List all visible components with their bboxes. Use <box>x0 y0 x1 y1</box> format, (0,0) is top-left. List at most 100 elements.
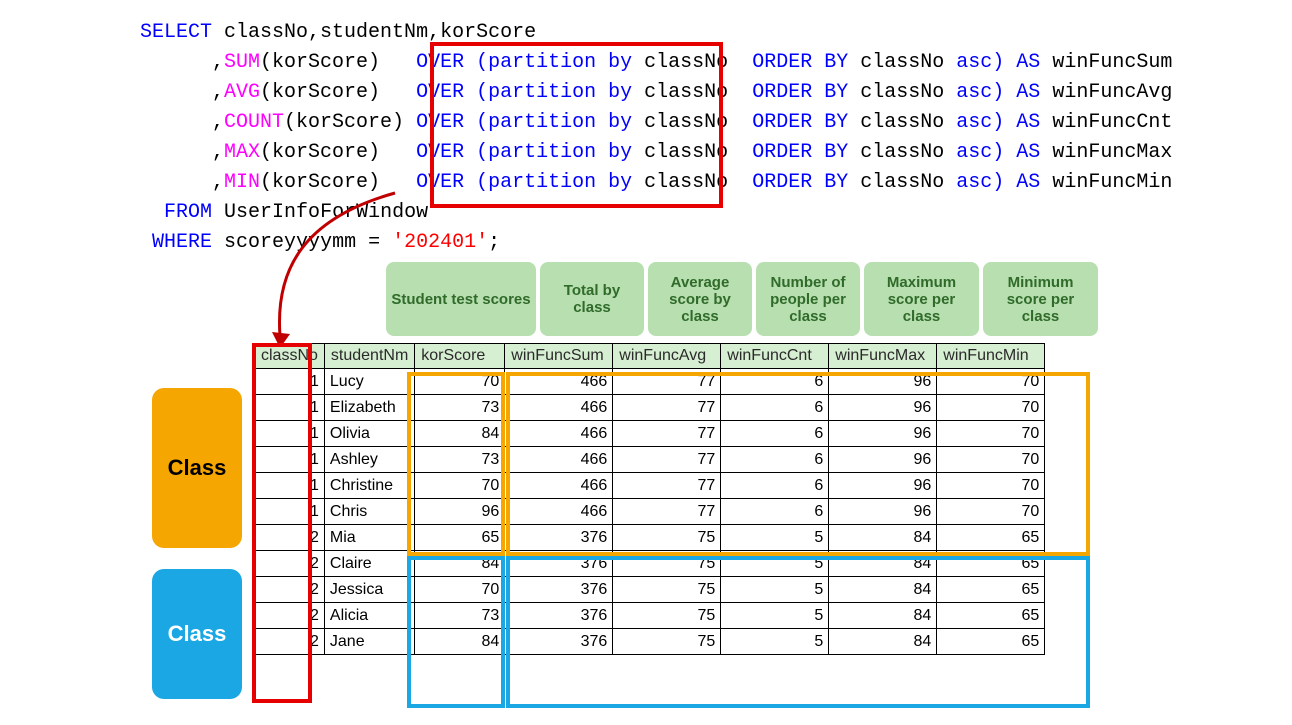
kw-as: AS <box>1016 81 1040 104</box>
cell-winFuncCnt: 5 <box>721 525 829 551</box>
kw-partition: (partition by <box>476 141 632 164</box>
fn-min: MIN <box>224 171 260 194</box>
fn-count: COUNT <box>224 111 284 134</box>
cell-winFuncMax: 84 <box>829 629 937 655</box>
table-row: 2Mia653767558465 <box>255 525 1045 551</box>
table-row: 2Jessica703767558465 <box>255 577 1045 603</box>
cell-korScore: 84 <box>415 421 505 447</box>
cell-winFuncAvg: 77 <box>613 421 721 447</box>
cell-winFuncMin: 65 <box>937 603 1045 629</box>
partition-col: classNo <box>644 81 728 104</box>
cell-winFuncCnt: 6 <box>721 473 829 499</box>
kw-orderby: ORDER BY <box>752 111 848 134</box>
alias: winFuncMax <box>1052 141 1172 164</box>
cell-korScore: 96 <box>415 499 505 525</box>
cell-winFuncMax: 84 <box>829 577 937 603</box>
cell-winFuncMin: 65 <box>937 577 1045 603</box>
cell-classNo: 1 <box>255 369 325 395</box>
eq: = <box>368 231 380 254</box>
class-2-label: Class <box>152 569 242 699</box>
cell-korScore: 70 <box>415 473 505 499</box>
arg: (korScore) <box>260 141 380 164</box>
th-sum: winFuncSum <box>505 344 613 369</box>
semi: ; <box>488 231 500 254</box>
kw-asc: asc) <box>956 51 1004 74</box>
cell-winFuncCnt: 6 <box>721 499 829 525</box>
fn-avg: AVG <box>224 81 260 104</box>
cell-winFuncCnt: 5 <box>721 577 829 603</box>
arg: (korScore) <box>260 81 380 104</box>
cell-winFuncAvg: 77 <box>613 369 721 395</box>
kw-partition: (partition by <box>476 81 632 104</box>
order-col: classNo <box>860 141 944 164</box>
kw-partition: (partition by <box>476 111 632 134</box>
cell-winFuncSum: 466 <box>505 395 613 421</box>
cell-winFuncMin: 65 <box>937 551 1045 577</box>
cell-winFuncMin: 70 <box>937 499 1045 525</box>
cell-winFuncAvg: 75 <box>613 551 721 577</box>
kw-over: OVER <box>416 51 464 74</box>
where-val: '202401' <box>392 231 488 254</box>
cell-winFuncCnt: 6 <box>721 421 829 447</box>
kw-as: AS <box>1016 171 1040 194</box>
cell-winFuncAvg: 75 <box>613 629 721 655</box>
kw-as: AS <box>1016 51 1040 74</box>
kw-orderby: ORDER BY <box>752 81 848 104</box>
cell-classNo: 1 <box>255 473 325 499</box>
partition-col: classNo <box>644 141 728 164</box>
column-descriptions: Student test scores Total by class Avera… <box>386 262 1098 336</box>
cell-winFuncAvg: 77 <box>613 447 721 473</box>
desc-count: Number of people per class <box>756 262 860 336</box>
cell-winFuncSum: 466 <box>505 473 613 499</box>
cell-winFuncSum: 376 <box>505 629 613 655</box>
cell-classNo: 2 <box>255 629 325 655</box>
cell-winFuncMax: 96 <box>829 499 937 525</box>
cell-korScore: 70 <box>415 577 505 603</box>
cell-studentNm: Christine <box>324 473 414 499</box>
cell-winFuncAvg: 77 <box>613 499 721 525</box>
cell-winFuncAvg: 77 <box>613 473 721 499</box>
th-max: winFuncMax <box>829 344 937 369</box>
partition-col: classNo <box>644 51 728 74</box>
cell-winFuncMax: 96 <box>829 369 937 395</box>
cell-winFuncMin: 70 <box>937 421 1045 447</box>
cell-winFuncMin: 70 <box>937 369 1045 395</box>
kw-orderby: ORDER BY <box>752 51 848 74</box>
desc-max: Maximum score per class <box>864 262 979 336</box>
th-avg: winFuncAvg <box>613 344 721 369</box>
kw-asc: asc) <box>956 141 1004 164</box>
arg: (korScore) <box>260 171 380 194</box>
cell-studentNm: Jane <box>324 629 414 655</box>
kw-orderby: ORDER BY <box>752 171 848 194</box>
cell-winFuncAvg: 75 <box>613 577 721 603</box>
order-col: classNo <box>860 171 944 194</box>
cell-studentNm: Lucy <box>324 369 414 395</box>
th-studentnm: studentNm <box>324 344 414 369</box>
table-row: 1Olivia844667769670 <box>255 421 1045 447</box>
cell-studentNm: Chris <box>324 499 414 525</box>
cell-winFuncSum: 376 <box>505 525 613 551</box>
partition-col: classNo <box>644 111 728 134</box>
order-col: classNo <box>860 51 944 74</box>
table-row: 2Claire843767558465 <box>255 551 1045 577</box>
table-row: 2Jane843767558465 <box>255 629 1045 655</box>
cell-winFuncCnt: 5 <box>721 551 829 577</box>
kw-asc: asc) <box>956 81 1004 104</box>
cell-winFuncMin: 70 <box>937 395 1045 421</box>
cell-classNo: 1 <box>255 447 325 473</box>
cell-winFuncSum: 466 <box>505 499 613 525</box>
alias: winFuncCnt <box>1052 111 1172 134</box>
alias: winFuncAvg <box>1052 81 1172 104</box>
cell-winFuncSum: 376 <box>505 577 613 603</box>
cell-winFuncMax: 84 <box>829 603 937 629</box>
cell-winFuncMin: 65 <box>937 525 1045 551</box>
cell-classNo: 2 <box>255 551 325 577</box>
cell-winFuncCnt: 5 <box>721 603 829 629</box>
cell-classNo: 2 <box>255 577 325 603</box>
cell-classNo: 2 <box>255 603 325 629</box>
cell-studentNm: Mia <box>324 525 414 551</box>
kw-over: OVER <box>416 141 464 164</box>
cell-korScore: 70 <box>415 369 505 395</box>
desc-student-scores: Student test scores <box>386 262 536 336</box>
cell-winFuncCnt: 6 <box>721 395 829 421</box>
